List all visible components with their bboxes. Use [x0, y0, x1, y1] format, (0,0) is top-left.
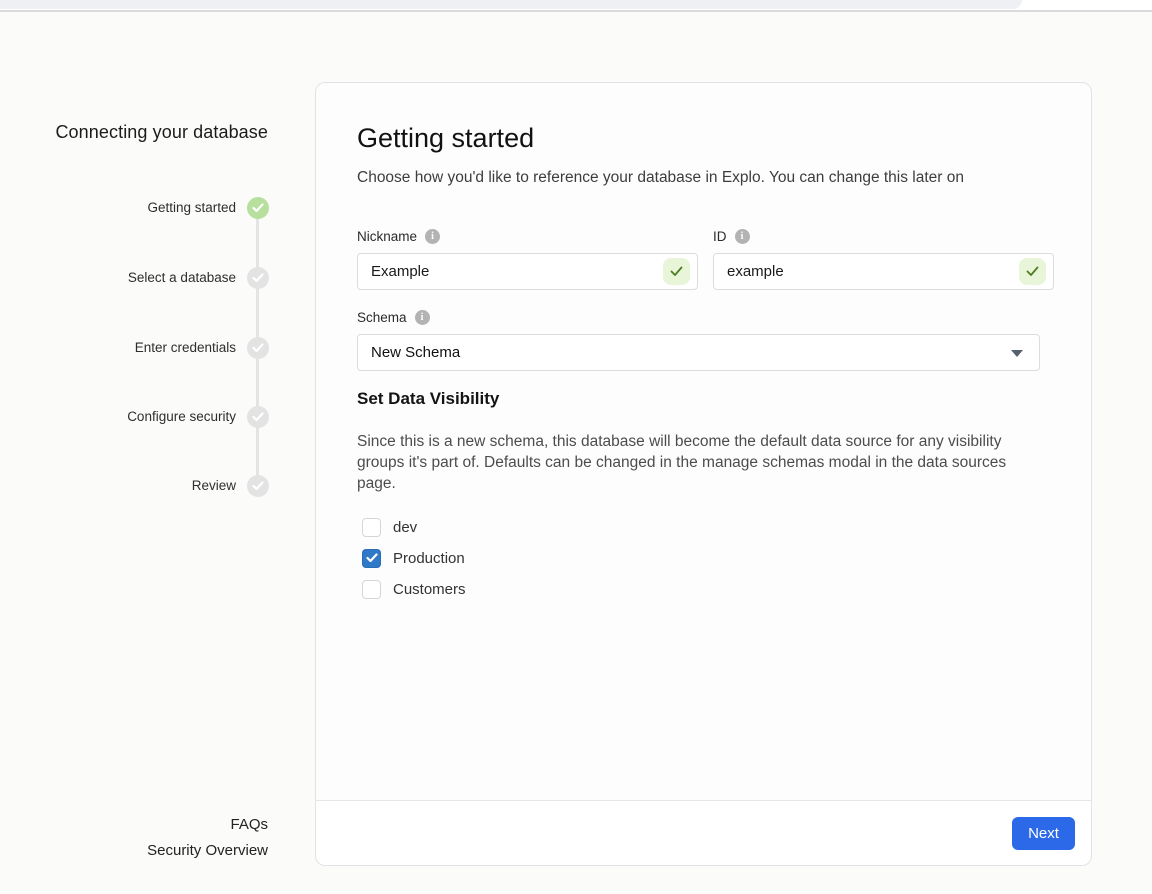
wizard-title: Connecting your database [0, 120, 268, 145]
info-icon[interactable]: i [415, 310, 430, 325]
wizard-card: Getting started Choose how you'd like to… [315, 82, 1092, 866]
security-overview-link[interactable]: Security Overview [0, 838, 268, 864]
step-enter-credentials[interactable]: Enter credentials [0, 336, 280, 360]
step-configure-security[interactable]: Configure security [0, 405, 280, 429]
id-label: ID i [713, 229, 750, 244]
card-body: Getting started Choose how you'd like to… [316, 83, 1091, 801]
id-input[interactable] [713, 253, 1054, 290]
page-subtitle: Choose how you'd like to reference your … [357, 169, 1067, 187]
chevron-down-icon [1011, 350, 1023, 357]
data-visibility-description: Since this is a new schema, this databas… [357, 431, 1047, 494]
customers-checkbox[interactable] [362, 580, 381, 599]
checkbox-label: dev [393, 519, 417, 536]
production-checkbox[interactable] [362, 549, 381, 568]
checkbox-label: Production [393, 550, 465, 567]
schema-label: Schema i [357, 310, 430, 325]
browser-omnibox-edge [0, 0, 1022, 9]
step-label: Getting started [16, 200, 236, 215]
step-review[interactable]: Review [0, 474, 280, 498]
visibility-group-production: Production [362, 548, 465, 568]
page-title: Getting started [357, 123, 534, 154]
id-label-text: ID [713, 229, 727, 244]
step-getting-started[interactable]: Getting started [0, 196, 280, 220]
schema-label-text: Schema [357, 310, 407, 325]
browser-chrome-strip [0, 0, 1152, 10]
next-button[interactable]: Next [1012, 817, 1075, 850]
nickname-label-text: Nickname [357, 229, 417, 244]
faqs-link[interactable]: FAQs [0, 812, 268, 838]
sidebar-links: FAQs Security Overview [0, 812, 268, 864]
card-footer: Next [316, 800, 1091, 865]
step-label: Configure security [16, 409, 236, 424]
step-label: Select a database [16, 270, 236, 285]
data-visibility-heading: Set Data Visibility [357, 389, 499, 409]
step-select-database[interactable]: Select a database [0, 266, 280, 290]
info-icon[interactable]: i [425, 229, 440, 244]
schema-selected-value: New Schema [371, 344, 460, 361]
checkbox-label: Customers [393, 581, 466, 598]
step-check-icon [247, 475, 269, 497]
step-check-icon [247, 337, 269, 359]
valid-check-icon [1019, 258, 1046, 285]
nickname-input[interactable] [357, 253, 698, 290]
browser-content-divider [0, 10, 1152, 12]
step-check-icon [247, 267, 269, 289]
step-check-icon [247, 197, 269, 219]
step-check-icon [247, 406, 269, 428]
visibility-group-dev: dev [362, 517, 417, 537]
valid-check-icon [663, 258, 690, 285]
dev-checkbox[interactable] [362, 518, 381, 537]
step-label: Enter credentials [16, 340, 236, 355]
schema-select[interactable]: New Schema [357, 334, 1040, 371]
info-icon[interactable]: i [735, 229, 750, 244]
step-label: Review [16, 478, 236, 493]
visibility-group-customers: Customers [362, 579, 466, 599]
nickname-label: Nickname i [357, 229, 440, 244]
